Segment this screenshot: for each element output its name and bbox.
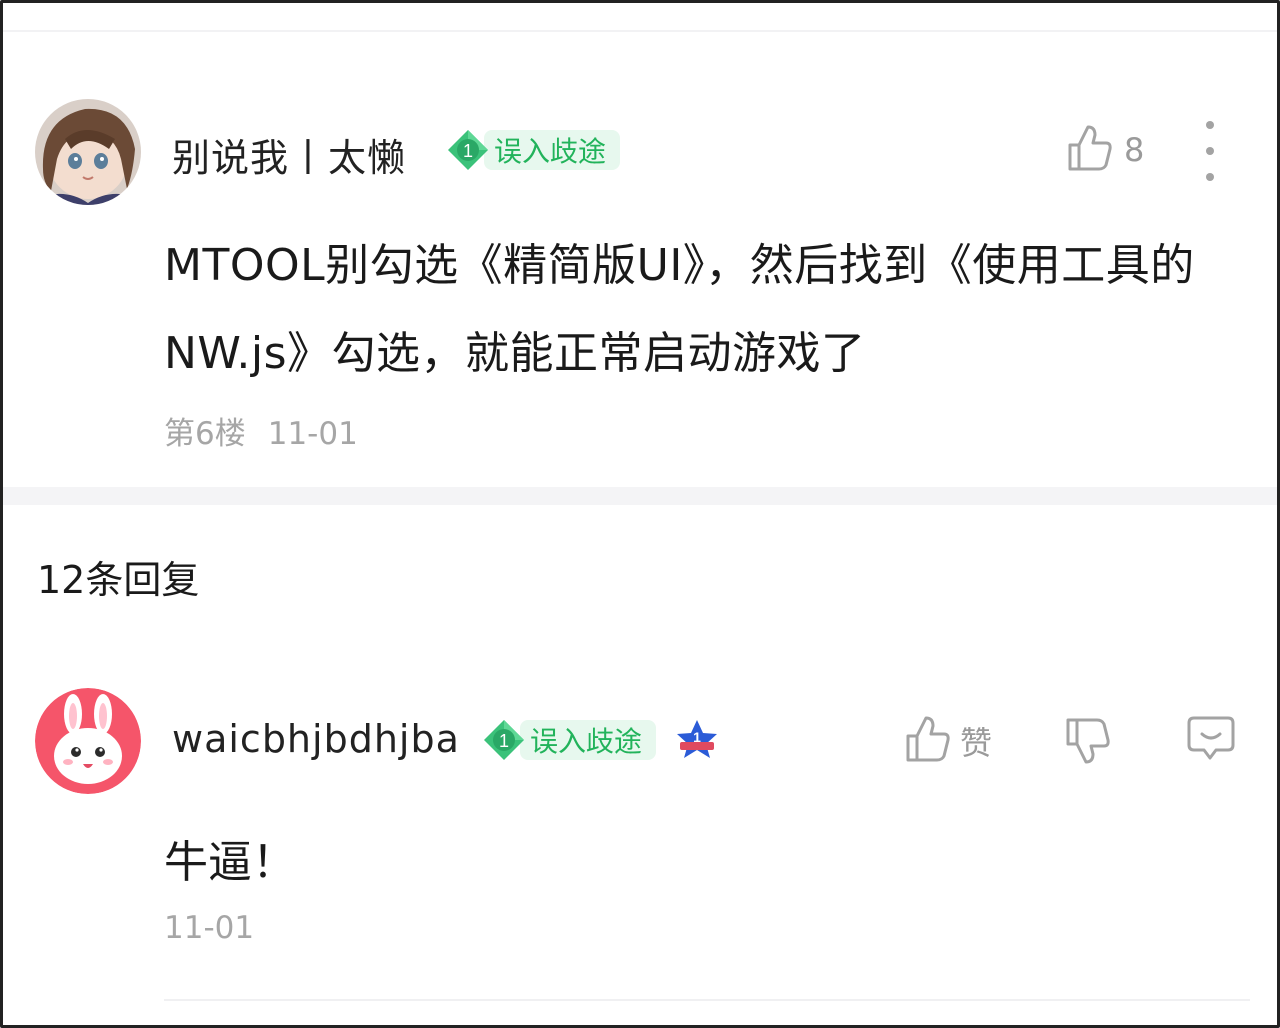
level-title: 误入歧途 xyxy=(484,130,621,170)
reply-content: 牛逼！ xyxy=(164,837,296,888)
post-date: 11-01 xyxy=(267,416,358,452)
reply-comment-button[interactable] xyxy=(1186,714,1236,766)
level-title: 误入歧途 xyxy=(520,720,657,760)
rank-number: 1 xyxy=(693,729,701,745)
main-post: 别说我丨太懒 1 误入歧途 8 MTOOL别勾选《精简版UI》，然后找到《使用工… xyxy=(0,0,1280,487)
username[interactable]: 别说我丨太懒 xyxy=(172,127,406,182)
star-rank-icon: 1 xyxy=(674,718,720,766)
level-gem-icon: 1 xyxy=(482,718,526,762)
reply-date: 11-01 xyxy=(164,910,255,946)
thumb-up-icon xyxy=(1066,123,1114,177)
thumb-up-icon xyxy=(904,714,952,768)
bottom-divider xyxy=(164,999,1250,1001)
reply-like-button[interactable]: 赞 xyxy=(904,714,992,768)
like-count: 8 xyxy=(1124,131,1145,169)
level-number: 1 xyxy=(499,731,509,751)
level-gem-icon: 1 xyxy=(446,128,490,172)
reply-level-badge[interactable]: 1 误入歧途 xyxy=(482,718,657,762)
reply-username[interactable]: waicbhjbdhjba xyxy=(172,717,460,761)
level-number: 1 xyxy=(463,141,473,161)
avatar[interactable] xyxy=(35,99,141,205)
reply-avatar[interactable] xyxy=(35,688,141,794)
more-vertical-icon[interactable] xyxy=(1200,121,1220,181)
section-divider xyxy=(3,487,1277,505)
post-meta: 第6楼 11-01 xyxy=(164,408,358,453)
replies-count: 12条回复 xyxy=(37,558,200,602)
like-button[interactable]: 8 xyxy=(1066,123,1144,177)
floor-number: 第6楼 xyxy=(164,416,246,452)
comment-icon xyxy=(1186,714,1236,766)
like-label: 赞 xyxy=(960,724,993,762)
level-badge[interactable]: 1 误入歧途 xyxy=(446,128,621,172)
post-content: MTOOL别勾选《精简版UI》，然后找到《使用工具的NW.js》勾选，就能正常启… xyxy=(164,240,1195,379)
reply-dislike-button[interactable] xyxy=(1064,716,1112,770)
thumb-down-icon xyxy=(1064,716,1112,770)
